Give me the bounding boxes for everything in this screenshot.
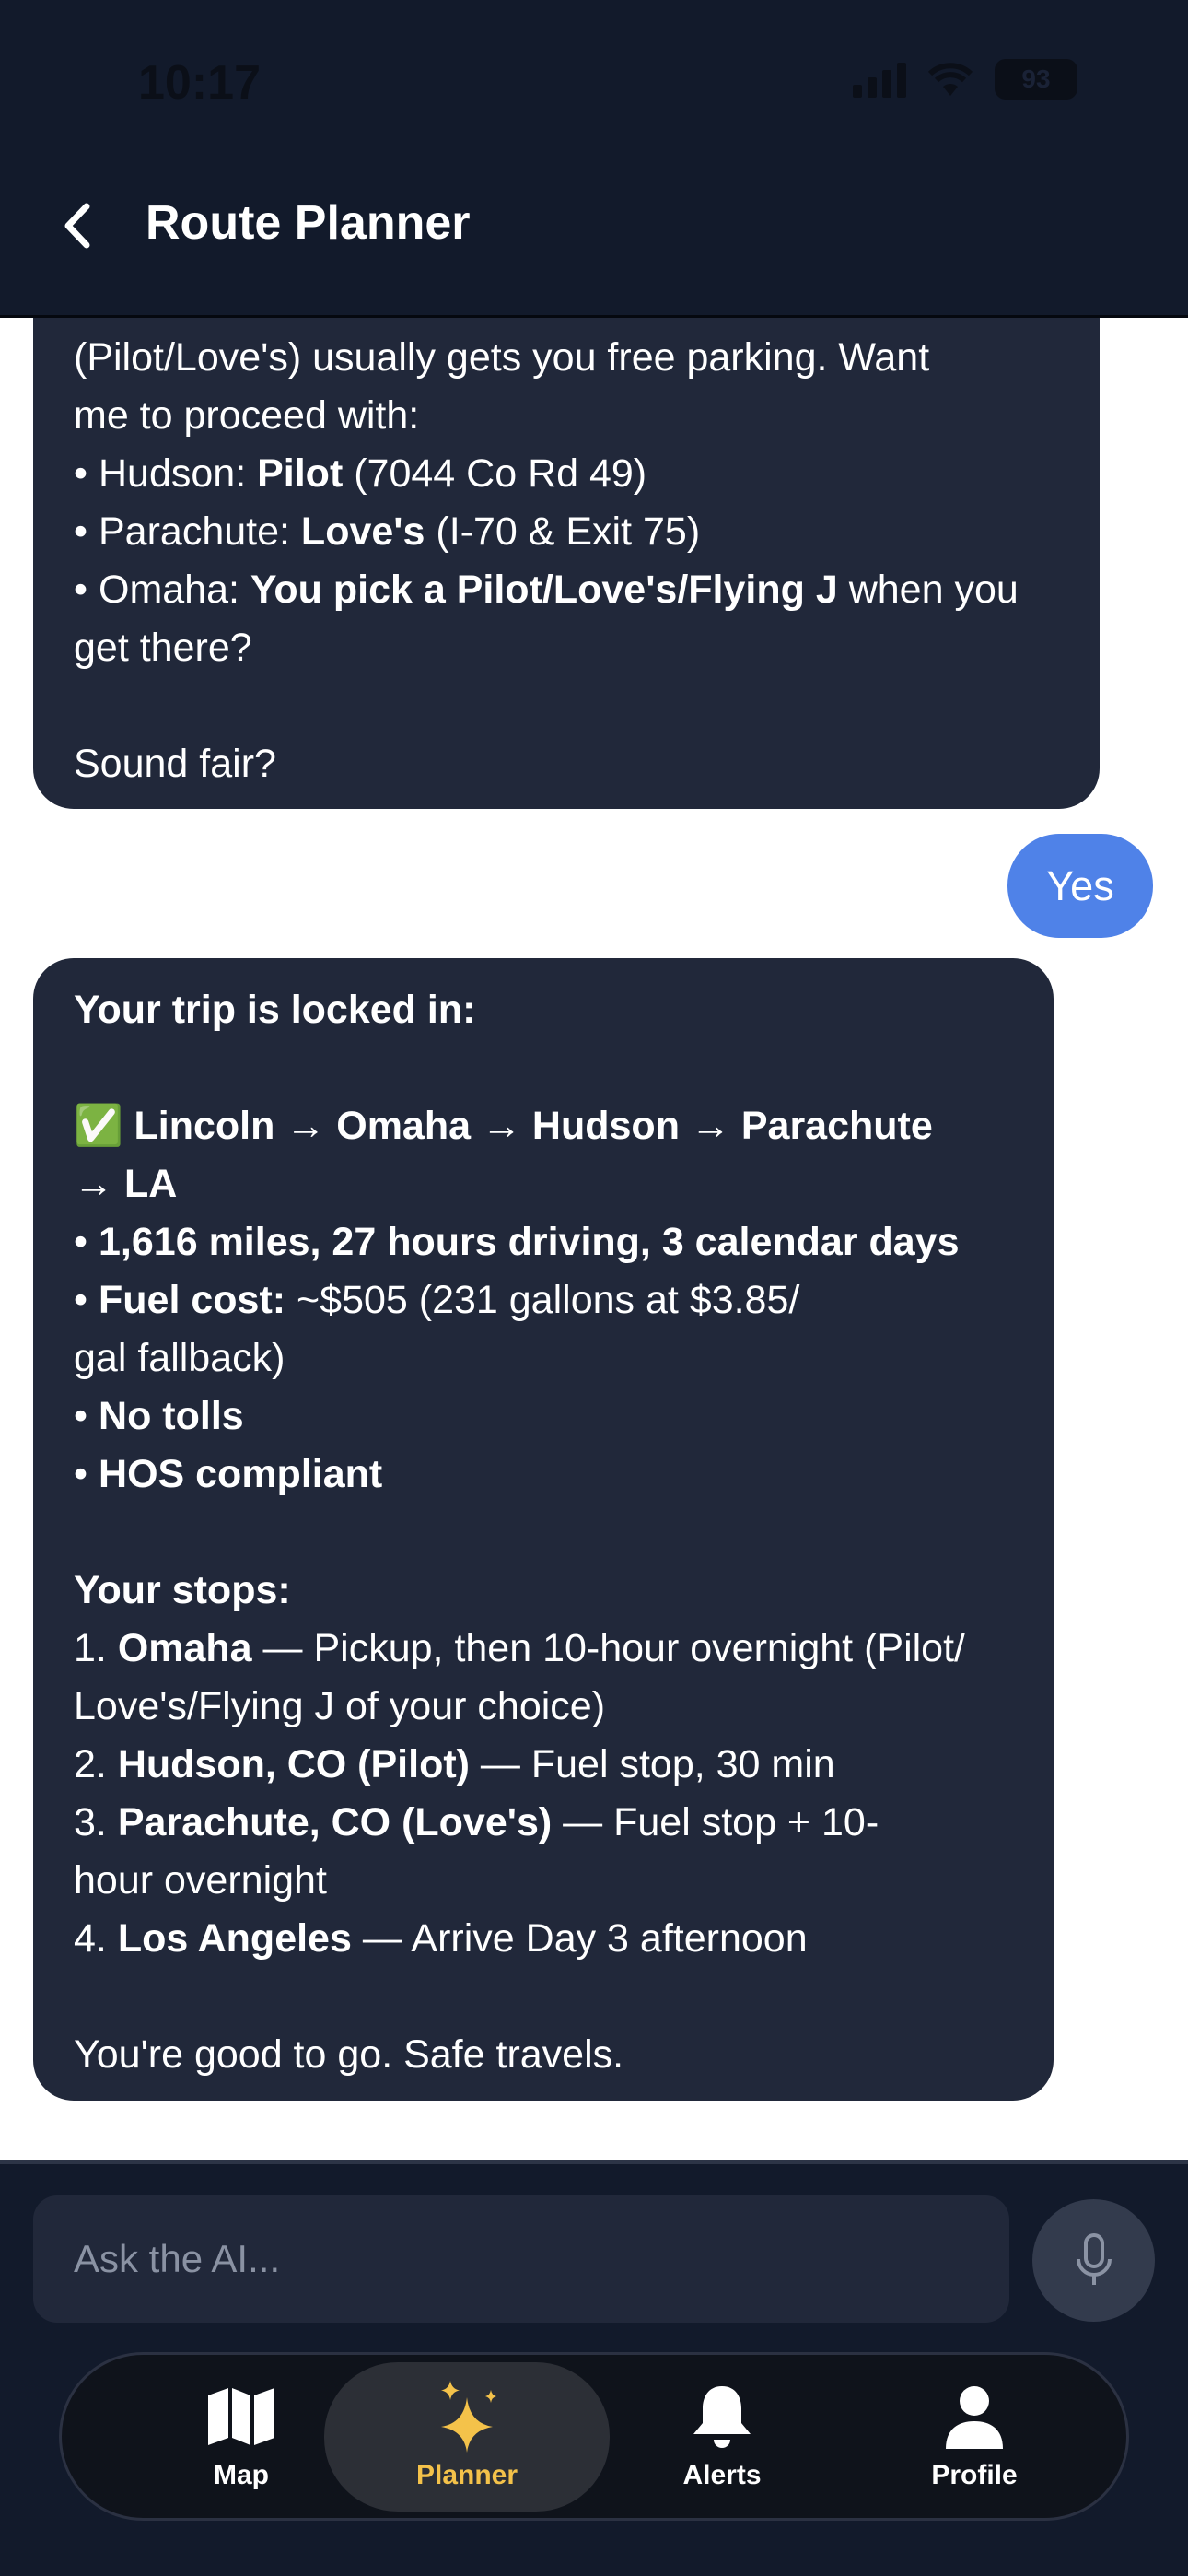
message-text: hour overnight <box>74 1858 327 1903</box>
battery-icon: 93 <box>995 59 1077 100</box>
message-text-bold: Fuel cost: <box>99 1278 286 1322</box>
message-line: • Fuel cost: ~$505 (231 gallons at $3.85… <box>74 1271 1013 1329</box>
message-line: • Parachute: Love's (I-70 & Exit 75) <box>74 503 1059 561</box>
message-text-bold: Omaha <box>117 1626 252 1670</box>
message-text-bold: No tolls <box>99 1394 244 1438</box>
message-text: Love's/Flying J of your choice) <box>74 1684 606 1728</box>
message-text: Sound fair? <box>74 742 276 786</box>
message-text: 2. <box>74 1742 118 1786</box>
message-text: when you <box>837 568 1019 612</box>
message-text-bold: Los Angeles <box>117 1916 352 1961</box>
message-line: • 1,616 miles, 27 hours driving, 3 calen… <box>74 1213 1013 1271</box>
header: Route Planner <box>0 175 1188 276</box>
user-message: Yes <box>1007 834 1153 938</box>
message-line: • Hudson: Pilot (7044 Co Rd 49) <box>74 445 1059 503</box>
message-text: • Parachute: <box>74 509 301 554</box>
microphone-icon <box>1076 2232 1112 2285</box>
bottom-panel: Ask the AI... Map Planner Alerts Profile <box>0 2160 1188 2576</box>
message-line: • HOS compliant <box>74 1446 1013 1504</box>
message-line: Sound fair? <box>74 735 1059 793</box>
status-icons: 93 <box>853 59 1077 100</box>
message-line: hour overnight <box>74 1852 1013 1910</box>
message-text: 1. <box>74 1626 118 1670</box>
message-text-bold: Your stops: <box>74 1568 291 1612</box>
microphone-button[interactable] <box>1032 2199 1155 2322</box>
message-text: 3. <box>74 1800 118 1844</box>
message-line: gal fallback) <box>74 1329 1013 1388</box>
message-line: ✅ Lincoln → Omaha → Hudson → Parachute <box>74 1097 1013 1155</box>
ask-ai-input[interactable]: Ask the AI... <box>33 2195 1009 2323</box>
tab-label: Profile <box>931 2460 1018 2490</box>
message-text-bold: Your trip is locked in: <box>74 988 476 1032</box>
message-text: gal fallback) <box>74 1336 285 1380</box>
page-title: Route Planner <box>146 196 471 250</box>
message-text: (7044 Co Rd 49) <box>343 451 647 496</box>
message-text: You're good to go. Safe travels. <box>74 2032 624 2077</box>
message-text: — Arrive Day 3 afternoon <box>351 1916 808 1961</box>
message-text-bold: Parachute, CO (Love's) <box>117 1800 553 1844</box>
ai-message: (Pilot/Love's) usually gets you free par… <box>33 318 1100 809</box>
message-text: • <box>74 1394 99 1438</box>
tab-alerts[interactable]: Alerts <box>579 2362 865 2512</box>
message-line: • No tolls <box>74 1388 1013 1446</box>
message-text-bold: Hudson, CO (Pilot) <box>117 1742 470 1786</box>
message-line <box>74 1968 1013 2026</box>
message-text: — Pickup, then 10-hour overnight (Pilot/ <box>251 1626 965 1670</box>
tab-bar: Map Planner Alerts Profile <box>59 2352 1129 2521</box>
message-line: → LA <box>74 1155 1013 1213</box>
tab-profile[interactable]: Profile <box>832 2362 1117 2512</box>
message-line <box>74 1039 1013 1097</box>
message-text: • <box>74 1452 99 1496</box>
message-text: (I-70 & Exit 75) <box>425 509 701 554</box>
message-line <box>74 1504 1013 1562</box>
chat-thread[interactable]: (Pilot/Love's) usually gets you free par… <box>0 318 1188 2159</box>
sparkles-icon <box>441 2381 496 2453</box>
tab-label: Alerts <box>682 2460 762 2490</box>
status-bar: 10:17 93 <box>0 37 1188 129</box>
message-text-bold: Love's <box>300 509 425 554</box>
status-time: 10:17 <box>138 56 261 110</box>
message-text: • <box>74 1278 99 1322</box>
message-text: — Fuel stop + 10- <box>552 1800 879 1844</box>
message-text: me to proceed with: <box>74 393 420 438</box>
message-line: • Omaha: You pick a Pilot/Love's/Flying … <box>74 561 1059 619</box>
message-text: get there? <box>74 626 252 670</box>
message-line: 2. Hudson, CO (Pilot) — Fuel stop, 30 mi… <box>74 1736 1013 1794</box>
tab-label: Planner <box>415 2460 518 2490</box>
message-text: • Hudson: <box>74 451 258 496</box>
message-text: • <box>74 1220 99 1264</box>
message-text-bold: Pilot <box>257 451 344 496</box>
message-text-bold: ✅ Lincoln → Omaha → Hudson → Parachute <box>74 1104 933 1148</box>
signal-icon <box>853 61 906 98</box>
message-text: (Pilot/Love's) usually gets you free par… <box>74 335 930 380</box>
message-line: You're good to go. Safe travels. <box>74 2026 1013 2084</box>
message-text-bold: You pick a Pilot/Love's/Flying J <box>250 568 838 612</box>
message-line: 1. Omaha — Pickup, then 10-hour overnigh… <box>74 1620 1013 1678</box>
message-text: • Omaha: <box>74 568 250 612</box>
message-line: me to proceed with: <box>74 387 1059 445</box>
wifi-icon <box>927 63 973 96</box>
message-text-bold: HOS compliant <box>99 1452 383 1496</box>
message-line: 4. Los Angeles — Arrive Day 3 afternoon <box>74 1910 1013 1968</box>
message-line: Love's/Flying J of your choice) <box>74 1678 1013 1736</box>
map-icon <box>208 2388 274 2445</box>
message-text: 4. <box>74 1916 118 1961</box>
tab-planner[interactable]: Planner <box>324 2362 610 2512</box>
ai-message: Your trip is locked in: ✅ Lincoln → Omaha… <box>33 958 1054 2101</box>
tab-label: Map <box>214 2460 269 2490</box>
top-bar: 10:17 93 Route Planner <box>0 0 1188 318</box>
back-button[interactable] <box>46 193 111 258</box>
message-line: Your trip is locked in: <box>74 981 1013 1039</box>
message-text-bold: 1,616 miles, 27 hours driving, 3 calenda… <box>99 1220 960 1264</box>
person-icon <box>946 2386 1003 2449</box>
bell-icon <box>693 2386 751 2448</box>
message-line: get there? <box>74 619 1059 677</box>
message-line: (Pilot/Love's) usually gets you free par… <box>74 329 1059 387</box>
message-line: 3. Parachute, CO (Love's) — Fuel stop + … <box>74 1794 1013 1852</box>
message-text-bold: → LA <box>74 1162 178 1206</box>
message-line: Your stops: <box>74 1562 1013 1620</box>
message-text: — Fuel stop, 30 min <box>469 1742 835 1786</box>
message-line <box>74 677 1059 735</box>
message-text: ~$505 (231 gallons at $3.85/ <box>285 1278 800 1322</box>
